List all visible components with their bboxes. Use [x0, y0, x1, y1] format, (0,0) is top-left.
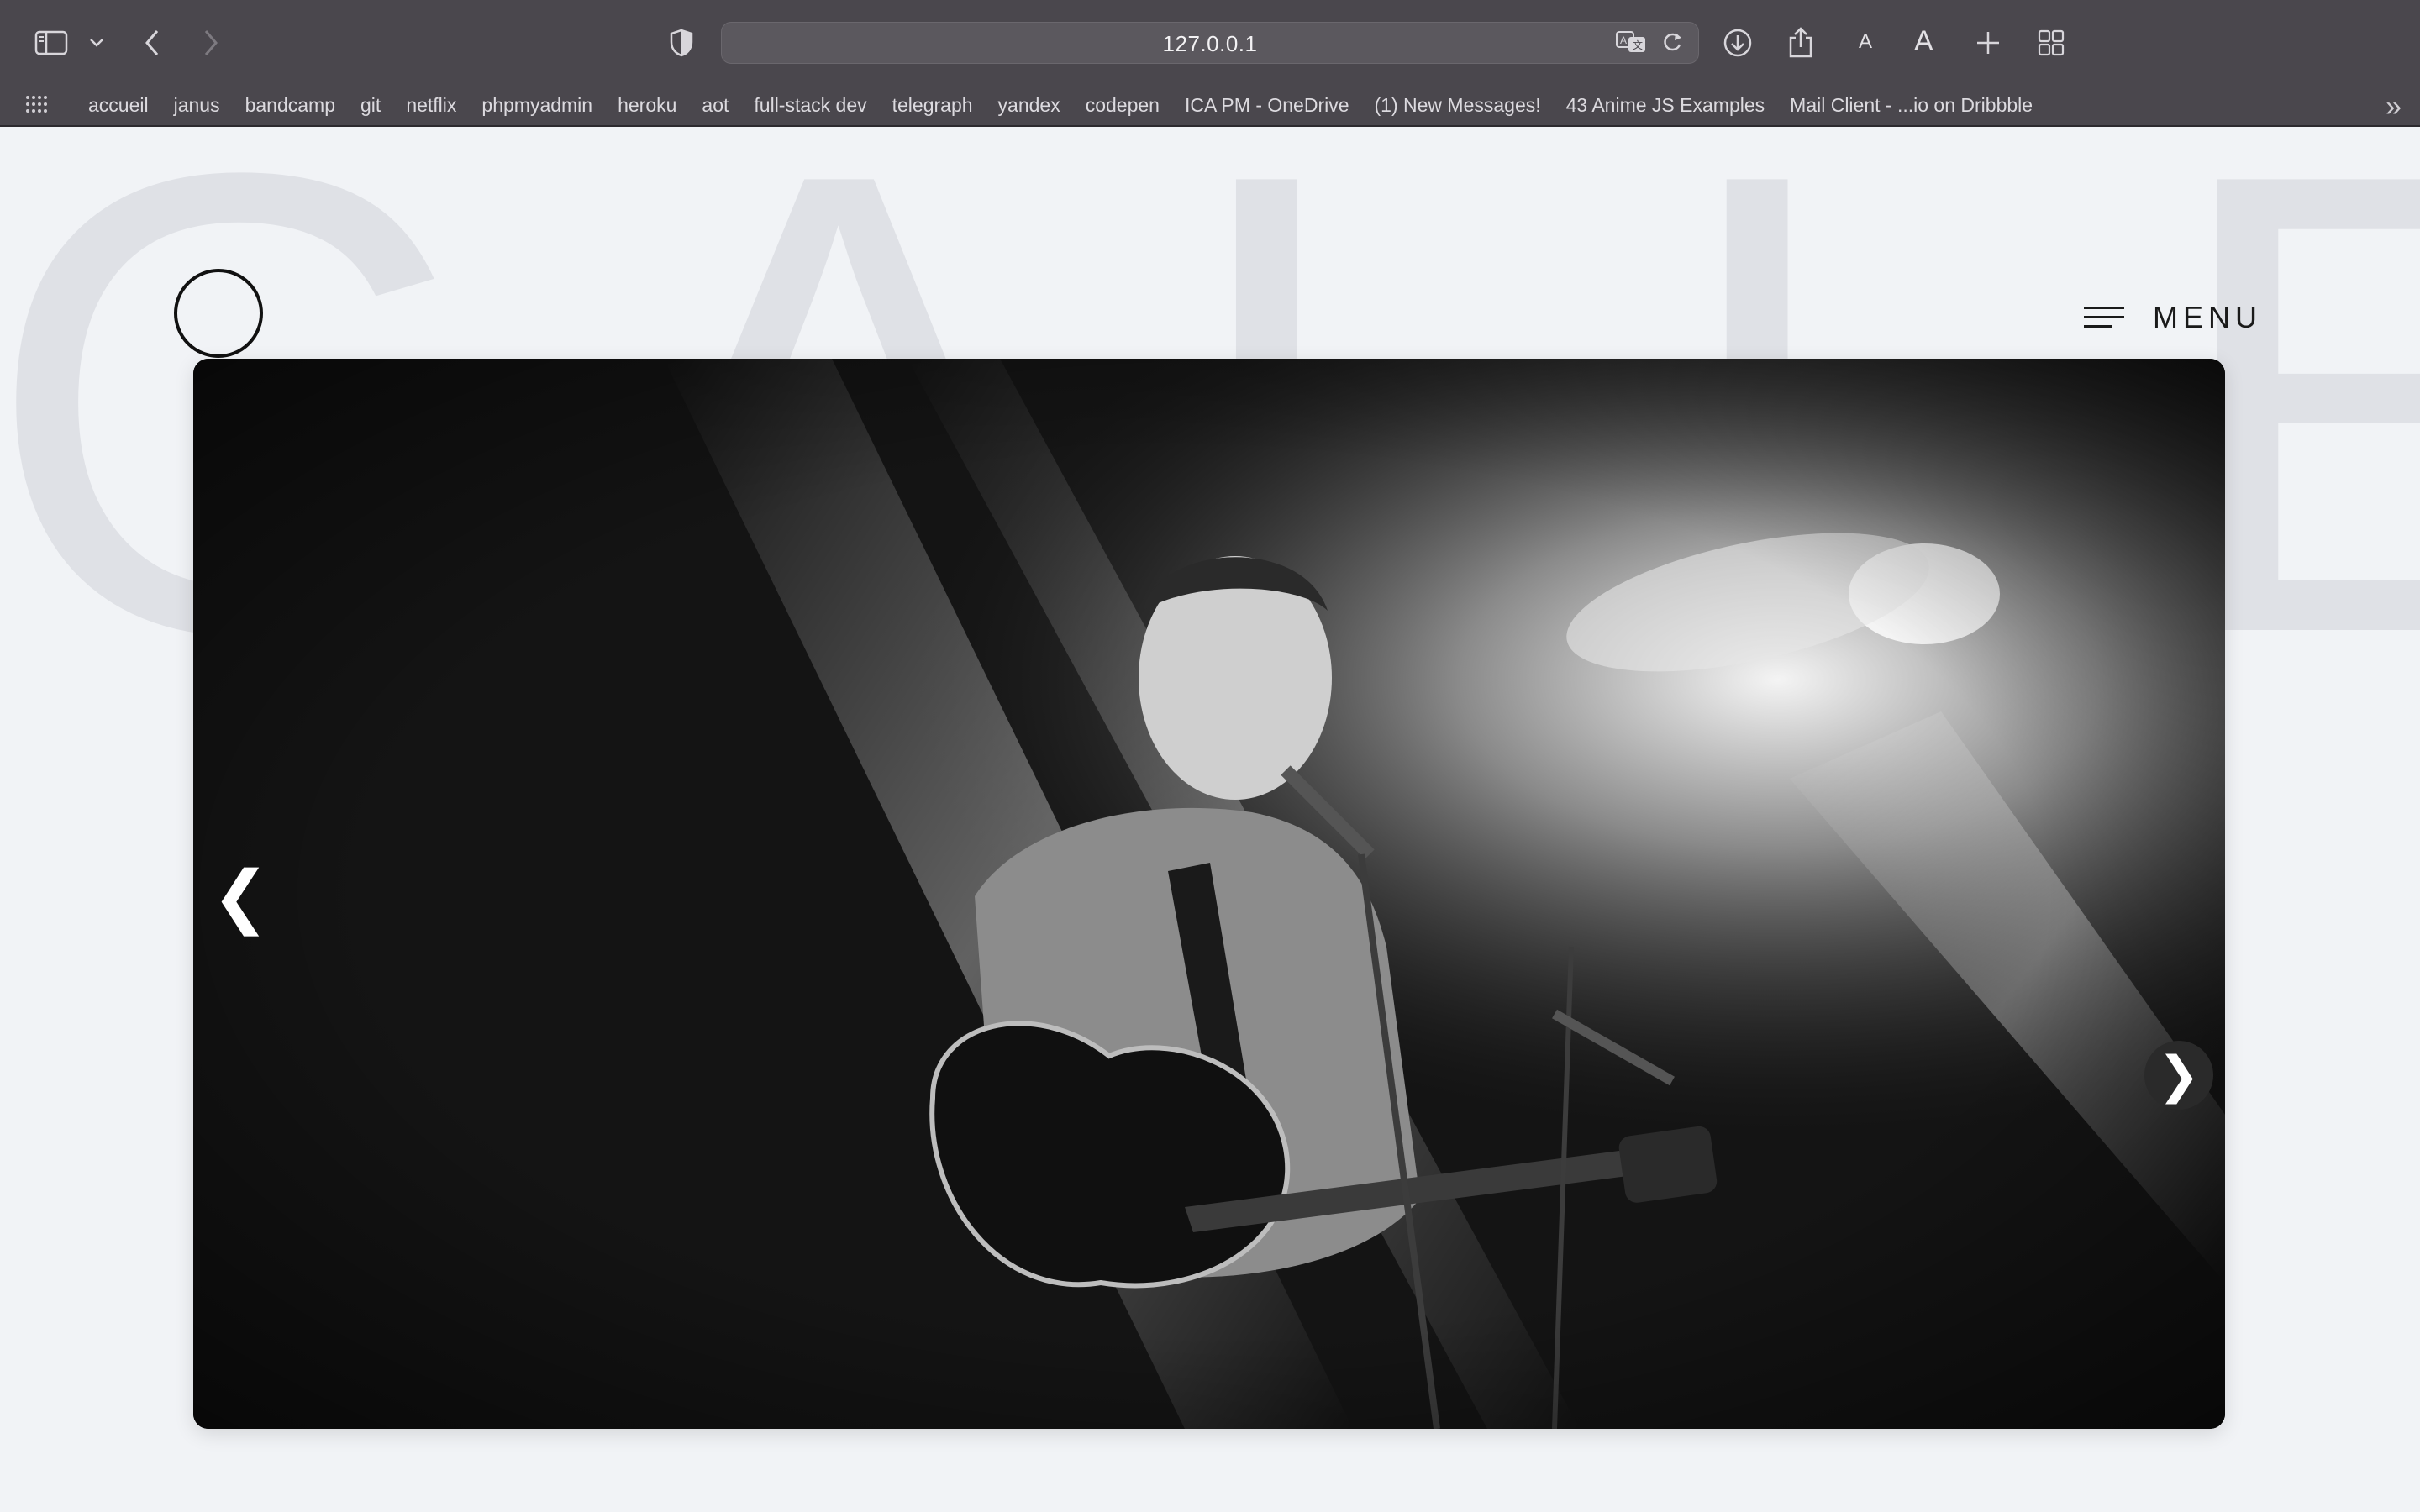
download-icon[interactable] [1717, 22, 1759, 64]
forward-icon[interactable] [190, 22, 232, 64]
bookmark-item[interactable]: Mail Client - ...io on Dribbble [1777, 94, 2045, 117]
share-icon[interactable] [1780, 22, 1822, 64]
menu-label: MENU [2153, 300, 2262, 334]
bookmark-item[interactable]: git [348, 94, 393, 117]
svg-text:文: 文 [1633, 39, 1643, 51]
slider-prev-button[interactable]: ❮ [212, 863, 270, 932]
logo-circle[interactable] [174, 269, 263, 358]
image-slider: ❮ ❯ [193, 359, 2225, 1429]
bookmark-item[interactable]: bandcamp [233, 94, 348, 117]
bookmark-item[interactable]: full-stack dev [741, 94, 879, 117]
bookmark-item[interactable]: heroku [605, 94, 689, 117]
bookmark-item[interactable]: 43 Anime JS Examples [1554, 94, 1778, 117]
apps-grid-icon[interactable] [25, 94, 49, 118]
bookmark-item[interactable]: aot [689, 94, 741, 117]
bookmark-list: accueil janus bandcamp git netflix phpmyadmin… [76, 84, 2045, 127]
bookmark-item[interactable]: janus [161, 94, 233, 117]
bookmark-item[interactable]: telegraph [880, 94, 986, 117]
svg-text:A: A [1620, 34, 1627, 46]
bookmark-item[interactable]: phpmyadmin [469, 94, 605, 117]
reload-icon[interactable] [1661, 30, 1683, 58]
more-bookmarks-icon[interactable]: » [2386, 91, 2402, 123]
browser-chrome: 127.0.0.1 A文 A A accueil janus bandcamp … [0, 0, 2420, 127]
chevron-down-icon[interactable] [76, 22, 118, 64]
bookmark-item[interactable]: netflix [393, 94, 469, 117]
menu-button[interactable]: MENU [2084, 300, 2262, 335]
text-smaller-button[interactable]: A [1859, 30, 1872, 54]
new-tab-icon[interactable] [1967, 22, 2009, 64]
bookmark-item[interactable]: yandex [986, 94, 1073, 117]
hamburger-icon [2084, 305, 2124, 330]
translate-icon[interactable]: A文 [1616, 30, 1648, 58]
slider-next-button[interactable]: ❯ [2144, 1041, 2213, 1110]
bookmark-item[interactable]: (1) New Messages! [1362, 94, 1554, 117]
sidebar-icon[interactable] [30, 22, 72, 64]
slider-next-icon: ❯ [2157, 1046, 2201, 1105]
bookmark-item[interactable]: ICA PM - OneDrive [1172, 94, 1362, 117]
bookmark-item[interactable]: accueil [76, 94, 161, 117]
page-content: GALLERY MENU [0, 127, 2420, 1512]
address-bar[interactable]: 127.0.0.1 A文 [721, 22, 1699, 64]
back-icon[interactable] [131, 22, 173, 64]
bookmark-item[interactable]: codepen [1073, 94, 1172, 117]
url-text[interactable]: 127.0.0.1 [722, 23, 1698, 65]
bookmarks-bar: accueil janus bandcamp git netflix phpmyadmin… [0, 84, 2420, 127]
browser-toolbar: 127.0.0.1 A文 A A [0, 0, 2420, 84]
tab-overview-icon[interactable] [2030, 22, 2072, 64]
text-larger-button[interactable]: A [1914, 25, 1933, 58]
shield-icon[interactable] [660, 22, 702, 64]
slide-photo [193, 359, 2225, 1429]
